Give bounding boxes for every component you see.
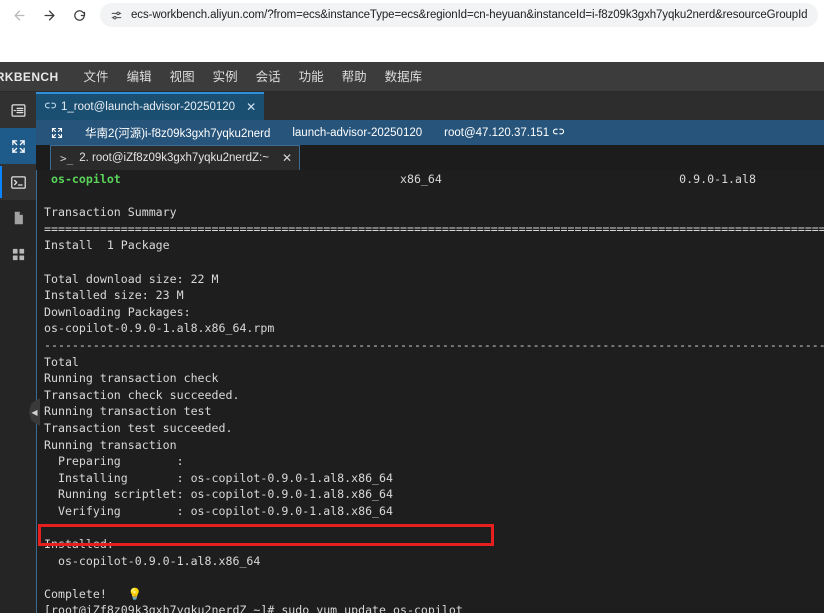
terminal-text: Total download size: 22 M [44, 271, 219, 286]
terminal-line: Running transaction test [44, 403, 824, 420]
url-text: ecs-workbench.aliyun.com/?from=ecs&insta… [131, 9, 808, 21]
terminal-text: Preparing : [44, 454, 184, 469]
apps-grid-icon[interactable] [0, 236, 36, 272]
breadcrumb-user-ip[interactable]: root@47.120.37.151 [433, 126, 575, 140]
menu-item-session[interactable]: 会话 [247, 62, 290, 92]
terminal-text: Total [44, 354, 79, 369]
fullscreen-icon[interactable] [0, 128, 36, 164]
terminal-output[interactable]: os-copilot x86_64 0.9.0-1.al8 Transaction… [44, 170, 824, 613]
terminal-line: Running transaction check [44, 370, 824, 387]
terminal-tab[interactable]: >_ 2. root@iZf8z09k3gxh7yqku2nerdZ:~ ✕ [50, 145, 301, 170]
link-icon [553, 126, 565, 140]
close-icon[interactable]: ✕ [246, 101, 256, 113]
terminal-text: Install 1 Package [44, 238, 170, 253]
terminal-text: os-copilot [44, 172, 121, 186]
forward-button[interactable] [36, 2, 62, 28]
back-button[interactable] [6, 2, 32, 28]
terminal-line: Transaction test succeeded. [44, 420, 824, 437]
menu-item-function[interactable]: 功能 [290, 62, 333, 92]
terminal-text: 💡 [127, 586, 143, 601]
terminal-text: Installed: [44, 537, 114, 552]
terminal-line: os-copilot-0.9.0-1.al8.x86_64 [44, 553, 824, 570]
terminal-text: Running transaction check [44, 371, 219, 386]
terminal-text: ----------------------------------------… [44, 337, 824, 352]
terminal-gutter [37, 170, 44, 613]
terminal-text: [root@iZf8z09k3gxh7yqku2nerdZ ~]# sudo y… [44, 603, 463, 613]
breadcrumb-region-instance[interactable]: 华南2(河源)i-f8z09k3gxh7yqku2nerd [74, 125, 281, 141]
workbench-menubar: ORKBENCH 文件 编辑 视图 实例 会话 功能 帮助 数据库 [0, 62, 824, 92]
prompt-icon: >_ [60, 151, 74, 165]
terminal-text: x86_64 0.9.0-1.al8 [120, 172, 756, 186]
terminal-text: os-copilot-0.9.0-1.al8.x86_64 [44, 553, 261, 568]
breadcrumb: 华南2(河源)i-f8z09k3gxh7yqku2nerd launch-adv… [36, 120, 824, 145]
terminal-line: Complete! 💡 [44, 586, 824, 603]
close-icon[interactable]: ✕ [282, 152, 292, 164]
terminal-line: ----------------------------------------… [44, 337, 824, 354]
session-tab[interactable]: 1_root@launch-advisor-20250120 ✕ [36, 92, 265, 120]
terminal-line: os-copilot x86_64 0.9.0-1.al8 [44, 171, 824, 188]
terminal-line: Install 1 Package [44, 237, 824, 254]
terminal-line: Transaction check succeeded. [44, 387, 824, 404]
terminal-text: Transaction Summary [44, 205, 177, 220]
activity-rail [0, 92, 36, 613]
sidebar-toggle-icon[interactable] [0, 92, 36, 128]
terminal-text: Running scriptlet: os-copilot-0.9.0-1.al… [44, 487, 394, 502]
terminal-line: Preparing : [44, 453, 824, 470]
terminal-icon[interactable] [0, 164, 36, 200]
breadcrumb-user-ip-label: root@47.120.37.151 [444, 126, 550, 139]
reload-button[interactable] [66, 2, 92, 28]
file-manager-icon[interactable] [0, 200, 36, 236]
terminal-text: os-copilot-0.9.0-1.al8.x86_64.rpm [44, 321, 275, 336]
menu-item-instance[interactable]: 实例 [204, 62, 247, 92]
breadcrumb-hostname[interactable]: launch-advisor-20250120 [281, 127, 433, 139]
terminal-line: ========================================… [44, 221, 824, 238]
menu-item-file[interactable]: 文件 [75, 62, 118, 92]
menu-item-database[interactable]: 数据库 [376, 62, 432, 92]
terminal-text: Running transaction test [44, 404, 212, 419]
terminal-line: Installing : os-copilot-0.9.0-1.al8.x86_… [44, 470, 824, 487]
terminal-text: Running transaction [44, 437, 177, 452]
terminal-text: Verifying : os-copilot-0.9.0-1.al8.x86_6… [44, 503, 394, 518]
terminal-tab-label: 2. root@iZf8z09k3gxh7yqku2nerdZ:~ [79, 152, 269, 164]
terminal-text: Complete! [44, 586, 128, 601]
terminal-line: os-copilot-0.9.0-1.al8.x86_64.rpm [44, 320, 824, 337]
terminal-text: Installing : os-copilot-0.9.0-1.al8.x86_… [44, 470, 394, 485]
terminal-line: Total [44, 354, 824, 371]
terminal-panel: ◀ os-copilot x86_64 0.9.0-1.al8 Transacti… [29, 170, 824, 613]
terminal-line: Verifying : os-copilot-0.9.0-1.al8.x86_6… [44, 503, 824, 520]
terminal-text: Transaction check succeeded. [44, 387, 240, 402]
menu-item-view[interactable]: 视图 [161, 62, 204, 92]
terminal-line: Installed size: 23 M [44, 287, 824, 304]
terminal-line: Running transaction [44, 437, 824, 454]
terminal-text: ========================================… [44, 221, 824, 236]
terminal-line: Total download size: 22 M [44, 271, 824, 288]
session-tabstrip: 1_root@launch-advisor-20250120 ✕ [36, 92, 824, 120]
terminal-line: Downloading Packages: [44, 304, 824, 321]
terminal-tabstrip: >_ 2. root@iZf8z09k3gxh7yqku2nerdZ:~ ✕ [36, 145, 824, 170]
terminal-text: Downloading Packages: [44, 304, 191, 319]
menu-item-help[interactable]: 帮助 [333, 62, 376, 92]
address-bar[interactable]: ecs-workbench.aliyun.com/?from=ecs&insta… [100, 3, 818, 27]
terminal-line: Transaction Summary [44, 204, 824, 221]
terminal-text: Transaction test succeeded. [44, 420, 233, 435]
breadcrumb-fullscreen-icon[interactable] [40, 127, 74, 139]
browser-nav-row: ecs-workbench.aliyun.com/?from=ecs&insta… [0, 0, 824, 30]
browser-chrome: ecs-workbench.aliyun.com/?from=ecs&insta… [0, 0, 824, 62]
terminal-line: [root@iZf8z09k3gxh7yqku2nerdZ ~]# sudo y… [44, 602, 824, 613]
terminal-text: Installed size: 23 M [44, 288, 184, 303]
menu-item-edit[interactable]: 编辑 [118, 62, 161, 92]
terminal-line: Installed: [44, 536, 824, 553]
workbench-brand: ORKBENCH [0, 69, 59, 84]
session-tab-label: 1_root@launch-advisor-20250120 [61, 101, 236, 113]
terminal-line: Running scriptlet: os-copilot-0.9.0-1.al… [44, 486, 824, 503]
site-settings-icon[interactable] [108, 7, 124, 23]
link-icon [44, 100, 57, 114]
